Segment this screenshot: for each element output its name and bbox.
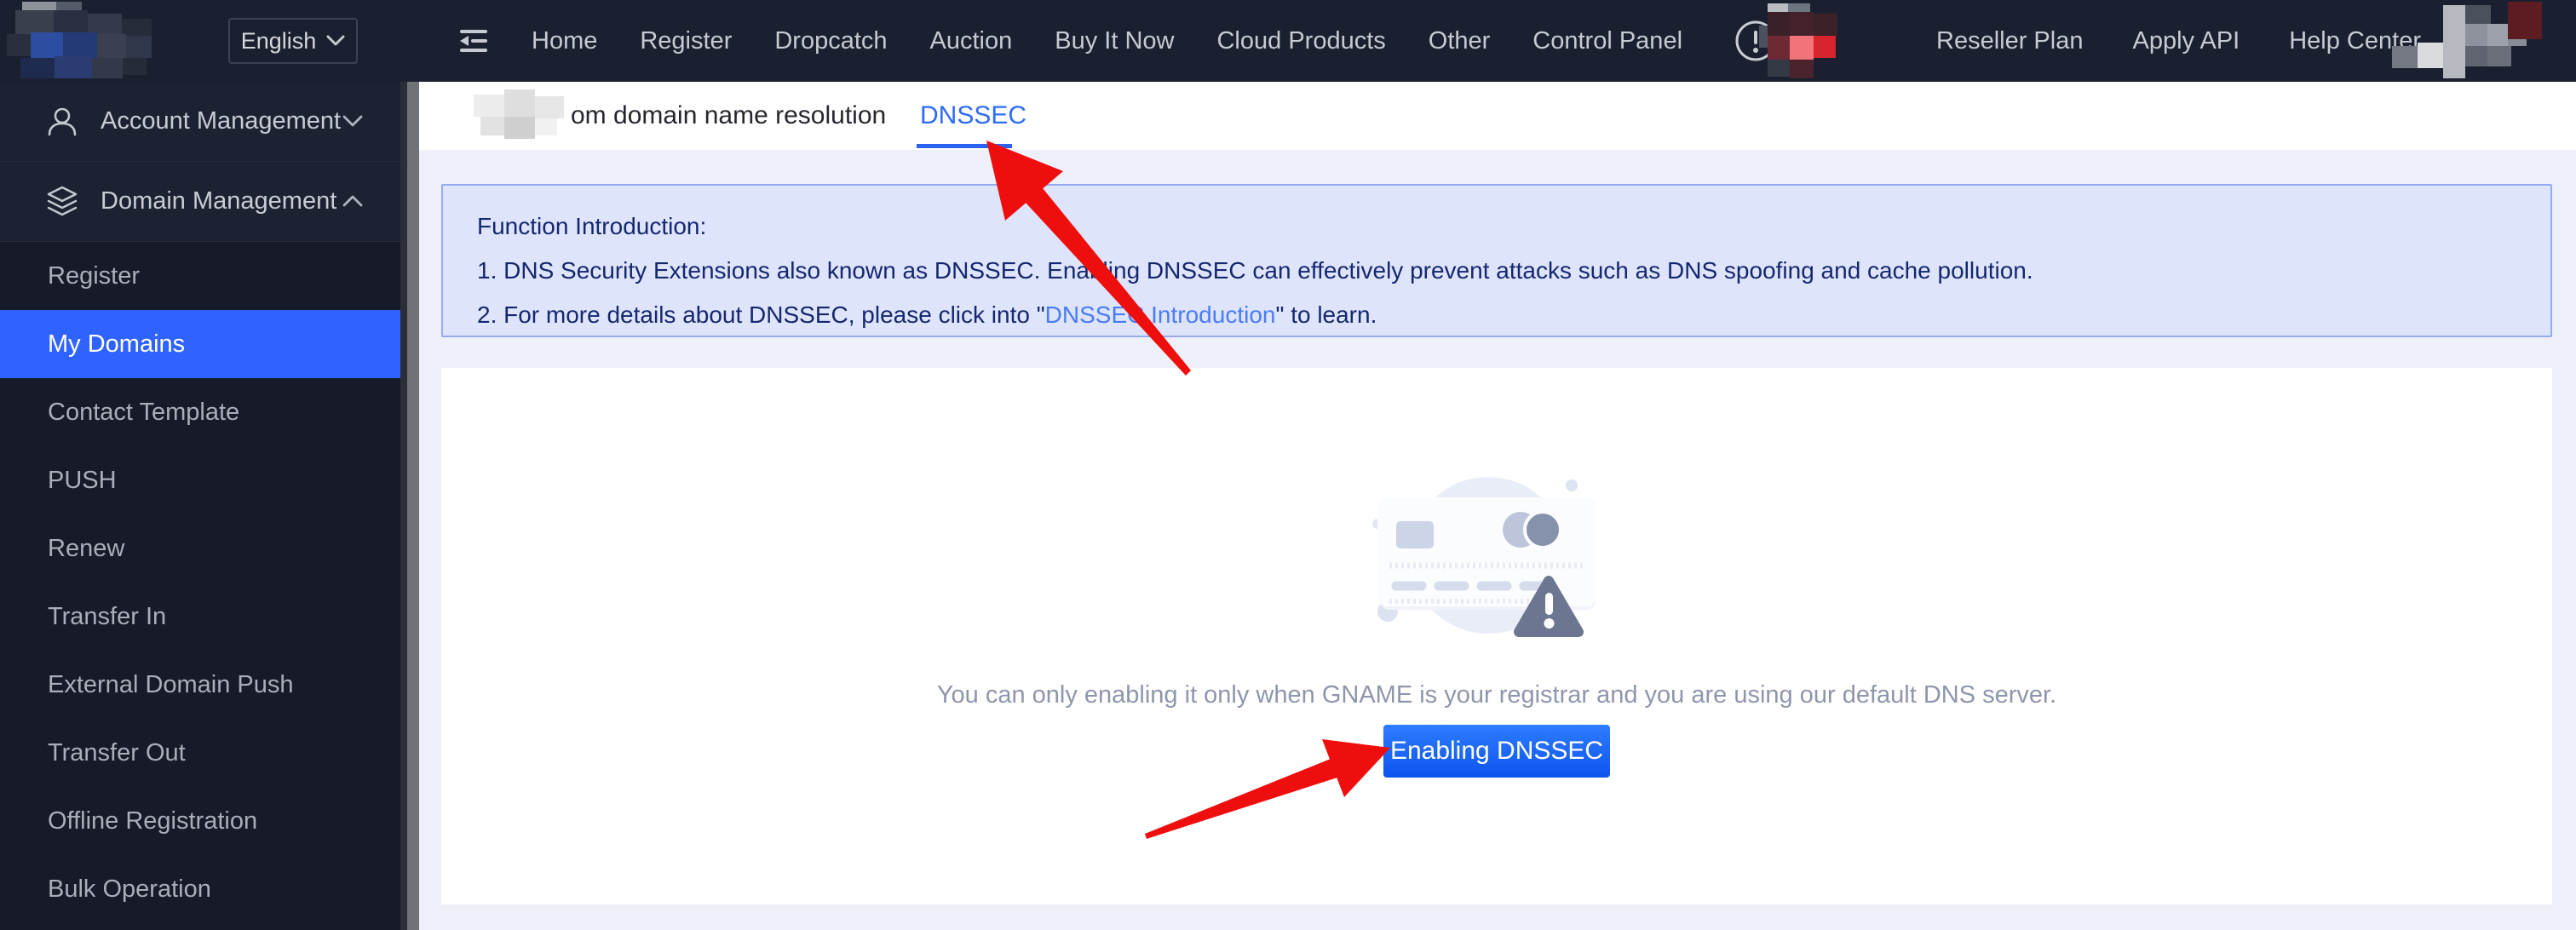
topbar: English Home Register Dropcatch Auction … (0, 0, 2576, 82)
dnssec-notice: You can only enabling it only when GNAME… (937, 681, 2056, 709)
layers-icon (46, 186, 78, 218)
sidebar-group-account-management[interactable]: Account Management (0, 82, 400, 162)
sidebar-item-transfer-in[interactable]: Transfer In (0, 583, 400, 651)
language-label: English (241, 28, 317, 55)
sidebar-item-renew[interactable]: Renew (0, 514, 400, 583)
nav-cloud-products[interactable]: Cloud Products (1216, 27, 1385, 55)
enabling-dnssec-button[interactable]: Enabling DNSSEC (1383, 725, 1610, 778)
nav-control-panel[interactable]: Control Panel (1532, 27, 1682, 55)
sidebar-group-domain-management[interactable]: Domain Management (0, 162, 400, 242)
sidebar-item-transfer-out[interactable]: Transfer Out (0, 719, 400, 787)
infobox-line2-prefix: 2. For more details about DNSSEC, please… (477, 301, 1045, 328)
sidebar-item-bulk-operation[interactable]: Bulk Operation (0, 855, 400, 923)
empty-state-illustration (1352, 460, 1642, 673)
active-tab-underline (917, 144, 1012, 148)
primary-nav: Home Register Dropcatch Auction Buy It N… (458, 0, 1836, 82)
tab-label: om domain name resolution (571, 101, 886, 130)
nav-home[interactable]: Home (532, 27, 597, 55)
secondary-nav: Reseller Plan Apply API Help Center (1936, 0, 2421, 82)
redacted-badge (1759, 2, 1844, 80)
function-introduction-panel: Function Introduction: 1. DNS Security E… (441, 184, 2552, 337)
status-icon-area (1725, 0, 1836, 82)
dnssec-introduction-link[interactable]: DNSSEC Introduction (1045, 301, 1276, 328)
chevron-up-icon (342, 194, 363, 208)
main-content: om domain name resolution DNSSEC Functio… (419, 82, 2576, 930)
sidebar-item-push[interactable]: PUSH (0, 446, 400, 514)
tab-bar: om domain name resolution DNSSEC (419, 82, 2576, 150)
nav-register[interactable]: Register (640, 27, 732, 55)
nav-other[interactable]: Other (1429, 27, 1491, 55)
dnssec-panel: You can only enabling it only when GNAME… (441, 368, 2552, 904)
sidebar-item-contact-template[interactable]: Contact Template (0, 378, 400, 446)
language-dropdown[interactable]: English (228, 18, 358, 64)
chevron-down-icon (342, 114, 363, 128)
sidebar-scrollbar[interactable] (407, 82, 419, 930)
person-icon (46, 106, 78, 138)
infobox-title: Function Introduction: (477, 204, 2550, 249)
tab-dnssec[interactable]: DNSSEC (920, 82, 1026, 150)
collapse-menu-icon[interactable] (458, 28, 489, 54)
app-window: English Home Register Dropcatch Auction … (0, 0, 2576, 930)
redacted-corner-badge (2508, 2, 2542, 39)
nav-apply-api[interactable]: Apply API (2132, 27, 2240, 55)
nav-auction[interactable]: Auction (930, 27, 1013, 55)
infobox-line1: 1. DNS Security Extensions also known as… (477, 249, 2550, 293)
sidebar-item-offline-registration[interactable]: Offline Registration (0, 787, 400, 855)
sidebar: Account Management Domain Management Reg… (0, 82, 419, 930)
infobox-line2-suffix: " to learn. (1275, 301, 1377, 328)
sidebar-group-label: Domain Management (101, 187, 336, 215)
nav-dropcatch[interactable]: Dropcatch (774, 27, 887, 55)
redacted-logo (7, 2, 160, 80)
redacted-domain-prefix (474, 89, 564, 142)
sidebar-item-register[interactable]: Register (0, 242, 400, 310)
sidebar-group-label: Account Management (101, 107, 341, 135)
tab-label: DNSSEC (920, 101, 1026, 130)
tab-domain-resolution[interactable]: om domain name resolution (474, 82, 886, 150)
sidebar-item-external-domain-push[interactable]: External Domain Push (0, 651, 400, 719)
sidebar-submenu: Register My Domains Contact Template PUS… (0, 242, 419, 923)
sidebar-scrollbar-track (400, 82, 407, 930)
chevron-down-icon (326, 35, 345, 47)
sidebar-item-my-domains[interactable]: My Domains (0, 310, 400, 378)
infobox-line2: 2. For more details about DNSSEC, please… (477, 293, 2550, 337)
nav-buy-it-now[interactable]: Buy It Now (1055, 27, 1174, 55)
nav-reseller-plan[interactable]: Reseller Plan (1936, 27, 2083, 55)
